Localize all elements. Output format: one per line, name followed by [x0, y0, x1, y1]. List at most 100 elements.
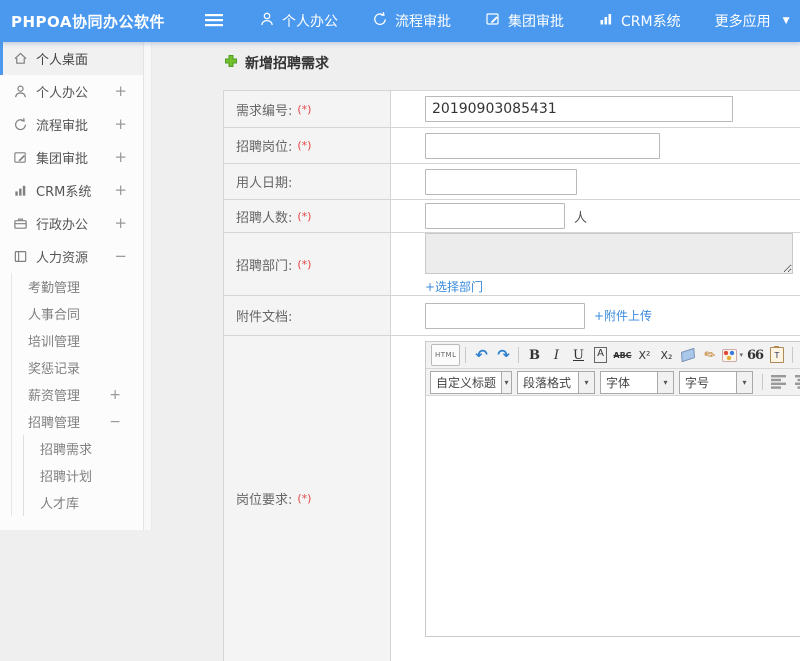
recruit-count-input[interactable]: [425, 203, 565, 229]
required-mark: (*): [297, 103, 311, 116]
nav-workflow-approval[interactable]: 流程审批: [372, 11, 451, 31]
required-mark: (*): [297, 492, 311, 505]
briefcase-icon: [13, 216, 28, 231]
expand-icon[interactable]: +: [114, 183, 127, 198]
sidebar-item-personal-office[interactable]: 个人办公 +: [0, 75, 143, 108]
row-recruit-department: 招聘部门: (*) +选择部门: [224, 233, 800, 296]
editor-content-area[interactable]: [426, 396, 800, 636]
underline-button[interactable]: U: [568, 345, 588, 365]
superscript-button[interactable]: X²: [634, 345, 654, 365]
sidebar-item-crm-system[interactable]: CRM系统 +: [0, 174, 143, 207]
chevron-down-icon: ▾: [501, 372, 511, 393]
bar-chart-icon: [13, 183, 28, 198]
undo-button[interactable]: ↶: [471, 345, 491, 365]
unit-suffix: 人: [574, 207, 587, 226]
brush-icon: ✎: [702, 346, 720, 365]
sidebar-item-human-resources[interactable]: 人力资源 −: [0, 240, 143, 273]
bold-button[interactable]: B: [524, 345, 544, 365]
expand-icon[interactable]: +: [109, 388, 121, 402]
strikethrough-button[interactable]: ABC: [612, 345, 632, 365]
process-icon: [372, 11, 388, 31]
expand-icon[interactable]: +: [114, 117, 127, 132]
select-department-link[interactable]: +选择部门: [425, 278, 483, 295]
required-mark: (*): [297, 139, 311, 152]
italic-button[interactable]: I: [546, 345, 566, 365]
person-icon: [13, 84, 28, 99]
sidebar-item-training-management[interactable]: 培训管理: [12, 327, 143, 354]
sidebar-item-recruit-demand[interactable]: 招聘需求: [24, 435, 143, 462]
redo-button[interactable]: ↷: [493, 345, 513, 365]
chevron-down-icon: ▾: [736, 372, 752, 393]
expand-icon[interactable]: +: [114, 84, 127, 99]
sidebar-item-reward-punishment[interactable]: 奖惩记录: [12, 354, 143, 381]
format-brush-button[interactable]: ✎: [700, 345, 720, 365]
hire-date-input[interactable]: [425, 169, 577, 195]
nav-label: 集团审批: [508, 11, 564, 31]
sidebar-item-label: 招聘计划: [40, 466, 92, 485]
char-border-button[interactable]: A: [594, 347, 607, 363]
sidebar-item-admin-office[interactable]: 行政办公 +: [0, 207, 143, 240]
plus-icon: [224, 54, 238, 72]
eraser-button[interactable]: [678, 345, 698, 365]
custom-heading-select[interactable]: 自定义标题 ▾: [430, 371, 512, 394]
sidebar-item-hr-contracts[interactable]: 人事合同: [12, 300, 143, 327]
sidebar-item-label: 集团审批: [36, 148, 88, 167]
editor-toolbar-row1: HTML ↶ ↷ B I U A ABC X² X₂ ✎: [426, 342, 800, 369]
app-logo: PHPOA协同办公软件: [0, 11, 191, 32]
edit-icon: [485, 11, 501, 31]
collapse-icon[interactable]: −: [114, 249, 127, 264]
sidebar-item-salary-management[interactable]: 薪资管理 +: [12, 381, 143, 408]
color-palette-button[interactable]: ▾: [722, 345, 743, 365]
blockquote-button[interactable]: 66: [745, 345, 765, 365]
font-size-select[interactable]: 字号 ▾: [679, 371, 753, 394]
sidebar-item-label: 行政办公: [36, 214, 88, 233]
sidebar-item-recruit-plan[interactable]: 招聘计划: [24, 462, 143, 489]
nav-label: 个人办公: [282, 11, 338, 31]
expand-icon[interactable]: +: [114, 150, 127, 165]
nav-more-apps[interactable]: 更多应用 ▼: [715, 11, 790, 31]
align-center-button[interactable]: [792, 372, 800, 392]
clipboard-icon: T: [770, 347, 784, 363]
sidebar-item-attendance-management[interactable]: 考勤管理: [12, 273, 143, 300]
required-mark: (*): [297, 258, 311, 271]
nav-crm-system[interactable]: CRM系统: [598, 11, 681, 31]
sidebar-item-label: 个人桌面: [36, 49, 88, 68]
page-title: 新增招聘需求: [224, 53, 329, 73]
nav-personal-office[interactable]: 个人办公: [259, 11, 338, 31]
nav-label: 更多应用: [715, 11, 771, 31]
menu-toggle-button[interactable]: [205, 12, 223, 31]
row-recruit-count: 招聘人数: (*) 人: [224, 200, 800, 233]
field-label: 招聘人数: (*): [224, 200, 391, 232]
edit-icon: [13, 150, 28, 165]
field-label: 招聘部门: (*): [224, 233, 391, 295]
attachment-upload-link[interactable]: +附件上传: [594, 307, 652, 324]
paste-button[interactable]: T: [767, 345, 787, 365]
recruit-department-textarea[interactable]: [425, 233, 793, 274]
sidebar-item-label: 流程审批: [36, 115, 88, 134]
chevron-down-icon: ▾: [739, 351, 743, 359]
attachment-input[interactable]: [425, 303, 585, 329]
sidebar-item-talent-pool[interactable]: 人才库: [24, 489, 143, 516]
paragraph-format-select[interactable]: 段落格式 ▾: [517, 371, 595, 394]
process-icon: [13, 117, 28, 132]
sidebar-item-recruit-management[interactable]: 招聘管理 −: [12, 408, 143, 435]
field-label: 岗位要求: (*): [224, 336, 391, 661]
expand-icon[interactable]: +: [114, 216, 127, 231]
recruit-position-input[interactable]: [425, 133, 660, 159]
demand-number-input[interactable]: [425, 96, 733, 122]
required-mark: (*): [297, 210, 311, 223]
subscript-button[interactable]: X₂: [656, 345, 676, 365]
row-hire-date: 用人日期:: [224, 164, 800, 200]
sidebar-item-group-approval[interactable]: 集团审批 +: [0, 141, 143, 174]
sidebar-item-workflow-approval[interactable]: 流程审批 +: [0, 108, 143, 141]
page-title-text: 新增招聘需求: [245, 53, 329, 73]
html-source-button[interactable]: HTML: [431, 344, 460, 366]
sidebar-item-label: 招聘需求: [40, 439, 92, 458]
person-icon: [259, 11, 275, 31]
sidebar-item-personal-desktop[interactable]: 个人桌面: [0, 42, 143, 75]
font-family-select[interactable]: 字体 ▾: [600, 371, 674, 394]
nav-group-approval[interactable]: 集团审批: [485, 11, 564, 31]
hamburger-icon: [205, 12, 223, 31]
collapse-icon[interactable]: −: [109, 415, 121, 429]
align-left-button[interactable]: [768, 372, 790, 392]
